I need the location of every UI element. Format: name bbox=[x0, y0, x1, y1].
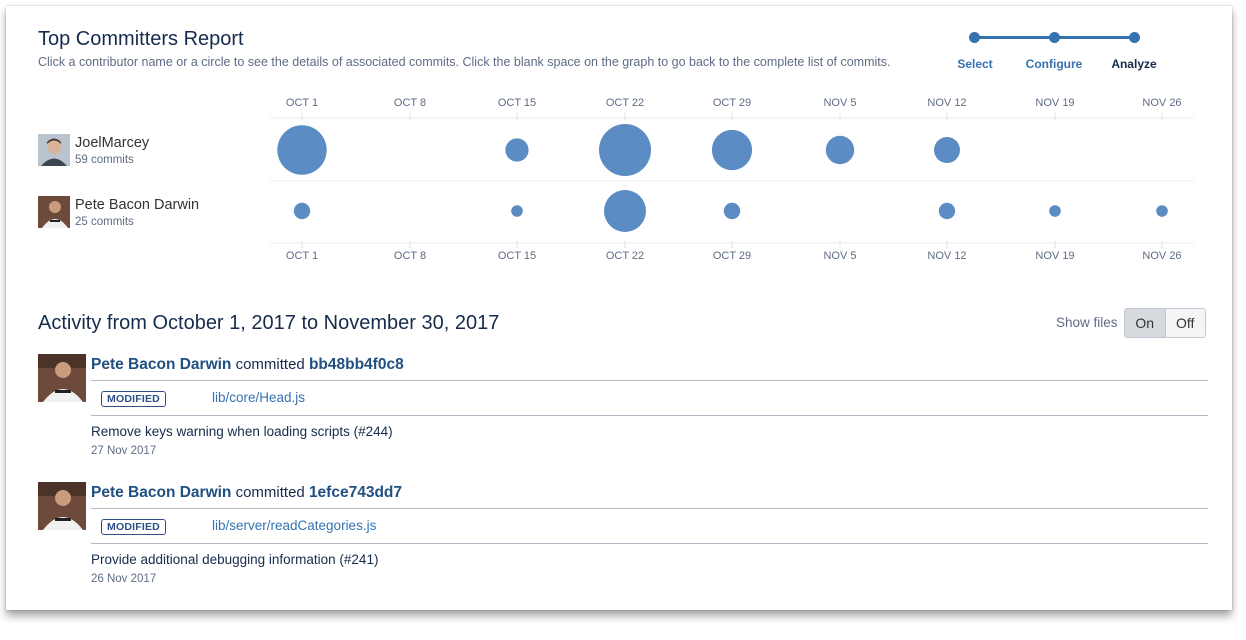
commit-hash-link[interactable]: bb48bb4f0c8 bbox=[309, 356, 404, 373]
show-files-on-button[interactable]: On bbox=[1125, 309, 1165, 337]
divider bbox=[91, 508, 1208, 509]
tick-label-bottom: OCT 8 bbox=[394, 250, 426, 262]
modified-badge: MODIFIED bbox=[101, 391, 166, 407]
report-card: Top Committers Report Click a contributo… bbox=[6, 6, 1232, 610]
tick-label-top: NOV 19 bbox=[1035, 97, 1074, 109]
commit-message: Provide additional debugging information… bbox=[91, 552, 379, 567]
show-files-toggle: On Off bbox=[1124, 308, 1206, 338]
tick-label-top: NOV 12 bbox=[927, 97, 966, 109]
commit-bubble[interactable] bbox=[938, 202, 956, 220]
tick-label-top: NOV 26 bbox=[1142, 97, 1181, 109]
tick-label-top: OCT 8 bbox=[394, 97, 426, 109]
file-link[interactable]: lib/core/Head.js bbox=[212, 390, 305, 405]
tick-label-top: NOV 5 bbox=[823, 97, 856, 109]
commit-date: 27 Nov 2017 bbox=[91, 445, 157, 457]
commit-verb: committed bbox=[235, 484, 305, 501]
commit-bubble[interactable] bbox=[1049, 205, 1061, 217]
commit-bubble[interactable] bbox=[505, 138, 529, 162]
tick-label-bottom: OCT 15 bbox=[498, 250, 536, 262]
committers-bubble-chart[interactable]: OCT 1 OCT 1 OCT 8 OCT 8 OCT 15 OCT 15 OCT 22 OC… bbox=[6, 6, 1232, 296]
user-photo-icon bbox=[38, 482, 86, 530]
tick-label-bottom: NOV 5 bbox=[823, 250, 856, 262]
commit-bubble[interactable] bbox=[723, 202, 741, 220]
file-link[interactable]: lib/server/readCategories.js bbox=[212, 518, 376, 533]
show-files-off-button[interactable]: Off bbox=[1164, 309, 1205, 337]
commit-bubble[interactable] bbox=[825, 135, 855, 165]
show-files-label: Show files bbox=[1056, 315, 1118, 330]
tick-label-top: OCT 15 bbox=[498, 97, 536, 109]
commit-bubble[interactable] bbox=[604, 190, 646, 232]
commit-entry: Pete Bacon Darwin committed 1efce743dd7 … bbox=[38, 482, 1208, 602]
commit-header: Pete Bacon Darwin committed 1efce743dd7 bbox=[91, 484, 402, 502]
modified-badge: MODIFIED bbox=[101, 519, 166, 535]
commit-message: Remove keys warning when loading scripts… bbox=[91, 424, 393, 439]
commit-bubble[interactable] bbox=[1156, 205, 1168, 217]
commit-bubble[interactable] bbox=[599, 124, 651, 176]
tick-label-bottom: OCT 1 bbox=[286, 250, 318, 262]
commit-author-link[interactable]: Pete Bacon Darwin bbox=[91, 484, 231, 501]
commit-verb: committed bbox=[235, 356, 305, 373]
tick-label-top: OCT 1 bbox=[286, 97, 318, 109]
commit-bubble[interactable] bbox=[293, 202, 311, 220]
tick-label-bottom: NOV 12 bbox=[927, 250, 966, 262]
tick-label-bottom: NOV 19 bbox=[1035, 250, 1074, 262]
avatar[interactable] bbox=[38, 482, 86, 530]
commit-entry: Pete Bacon Darwin committed bb48bb4f0c8 … bbox=[38, 354, 1208, 474]
tick-label-top: OCT 22 bbox=[606, 97, 644, 109]
commit-bubble[interactable] bbox=[934, 137, 960, 163]
activity-title: Activity from October 1, 2017 to Novembe… bbox=[38, 312, 500, 334]
tick-label-bottom: NOV 26 bbox=[1142, 250, 1181, 262]
avatar[interactable] bbox=[38, 354, 86, 402]
tick-label-bottom: OCT 22 bbox=[606, 250, 644, 262]
commit-bubble[interactable] bbox=[277, 125, 327, 175]
commit-bubble[interactable] bbox=[711, 129, 753, 171]
divider bbox=[91, 415, 1208, 416]
commit-date: 26 Nov 2017 bbox=[91, 573, 157, 585]
commit-hash-link[interactable]: 1efce743dd7 bbox=[309, 484, 402, 501]
tick-label-top: OCT 29 bbox=[713, 97, 751, 109]
divider bbox=[91, 543, 1208, 544]
tick-label-bottom: OCT 29 bbox=[713, 250, 751, 262]
divider bbox=[91, 380, 1208, 381]
user-photo-icon bbox=[38, 354, 86, 402]
commit-header: Pete Bacon Darwin committed bb48bb4f0c8 bbox=[91, 356, 404, 374]
commit-author-link[interactable]: Pete Bacon Darwin bbox=[91, 356, 231, 373]
commit-bubble[interactable] bbox=[511, 205, 523, 217]
